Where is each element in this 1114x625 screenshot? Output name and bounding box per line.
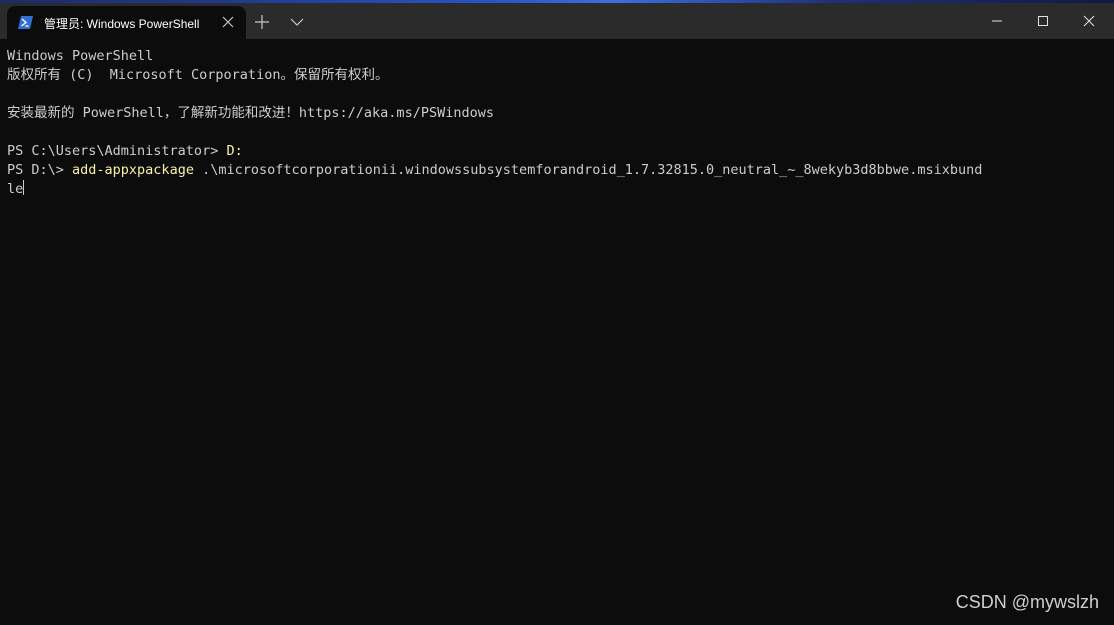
chevron-down-icon[interactable] <box>290 17 304 27</box>
command-line-1: PS C:\Users\Administrator> D: <box>7 142 1107 161</box>
maximize-icon <box>1038 16 1048 26</box>
command-line-2-wrap[interactable]: le <box>7 180 1107 199</box>
command: D: <box>226 143 243 159</box>
close-icon <box>1083 15 1095 27</box>
banner-line: Windows PowerShell <box>7 48 154 64</box>
terminal-output[interactable]: Windows PowerShell 版权所有 (C) Microsoft Co… <box>7 47 1107 199</box>
plus-icon[interactable] <box>255 15 269 29</box>
text-cursor <box>23 180 25 195</box>
command: add-appxpackage <box>72 162 194 178</box>
tab-title: 管理员: Windows PowerShell <box>44 17 200 31</box>
minimize-icon <box>992 20 1002 22</box>
tab-close-icon[interactable] <box>222 16 234 28</box>
title-bar[interactable]: 管理员: Windows PowerShell <box>0 0 1114 39</box>
upgrade-notice-line: 安装最新的 PowerShell，了解新功能和改进！https://aka.ms… <box>7 105 494 121</box>
tab-powershell[interactable]: 管理员: Windows PowerShell <box>7 6 246 39</box>
command-line-2: PS D:\> add-appxpackage .\microsoftcorpo… <box>7 161 1107 180</box>
command-argument-wrap: le <box>7 181 24 197</box>
watermark: CSDN @mywslzh <box>955 592 1099 612</box>
desktop-wallpaper-strip <box>0 0 1114 3</box>
command-argument: .\microsoftcorporationii.windowssubsyste… <box>193 162 983 178</box>
prompt: PS C:\Users\Administrator> <box>7 143 227 159</box>
terminal-window: 管理员: Windows PowerShell Windows PowerShe… <box>0 0 1114 625</box>
maximize-button[interactable] <box>1020 8 1066 34</box>
close-button[interactable] <box>1066 8 1112 34</box>
prompt: PS D:\> <box>7 162 73 178</box>
minimize-button[interactable] <box>974 8 1020 34</box>
powershell-icon <box>18 16 33 29</box>
copyright-line: 版权所有 (C) Microsoft Corporation。保留所有权利。 <box>7 67 389 83</box>
